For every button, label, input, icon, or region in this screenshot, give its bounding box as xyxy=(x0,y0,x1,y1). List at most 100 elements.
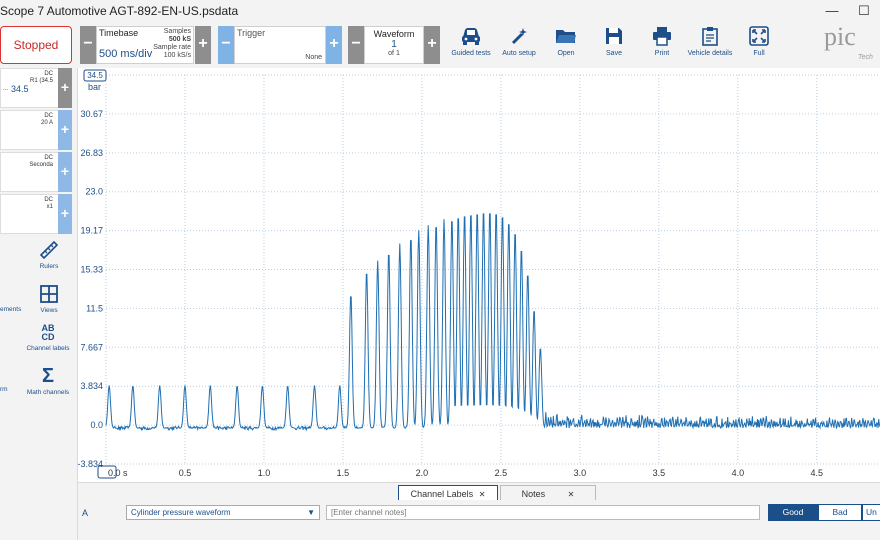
channel-a-prefix: ... xyxy=(3,86,9,92)
channel-c-plus-button[interactable]: + xyxy=(58,152,72,192)
guided-tests-label: Guided tests xyxy=(451,50,491,57)
y-tick-label: 30.67 xyxy=(80,109,103,119)
views-label: Views xyxy=(40,307,58,314)
y-tick-label: -3.834 xyxy=(78,459,103,469)
samples-label: Samples xyxy=(163,28,191,35)
print-icon xyxy=(653,27,671,46)
measurements-button[interactable]: ements xyxy=(0,306,22,313)
full-button[interactable]: Full xyxy=(744,26,774,66)
waveform-count: of 1 xyxy=(388,50,400,57)
unknown-button[interactable]: Un xyxy=(862,504,880,521)
status-button[interactable]: Stopped xyxy=(0,26,72,64)
timebase-plus-button[interactable]: + xyxy=(195,26,211,64)
rulers-label: Rulers xyxy=(39,263,59,270)
close-icon[interactable]: ✕ xyxy=(479,490,486,499)
minimize-icon[interactable]: — xyxy=(818,0,846,22)
timebase-panel[interactable]: Timebase 500 ms/div Samples 500 kS Sampl… xyxy=(96,26,194,64)
clipboard-icon xyxy=(702,27,718,46)
trigger-plus-button[interactable]: + xyxy=(326,26,342,64)
sample-rate-value: 100 kS/s xyxy=(163,52,191,59)
channel-c-info: Seconda xyxy=(29,162,53,168)
samples-value: 500 kS xyxy=(168,36,191,43)
waveform-label: Waveform xyxy=(373,29,415,39)
channel-d-info: x1 xyxy=(46,204,53,210)
timebase-label: Timebase xyxy=(99,28,139,38)
window-title: Scope 7 Automotive AGT-892-EN-US.psdata xyxy=(0,4,239,18)
tab-channel-labels[interactable]: Channel Labels ✕ xyxy=(398,485,498,501)
trigger-panel[interactable]: Trigger None xyxy=(234,26,326,64)
brand-logo: pic xyxy=(824,22,856,51)
x-tick-label: 1.5 xyxy=(337,468,350,478)
guided-tests-button[interactable]: Guided tests xyxy=(450,26,492,66)
math-channels-button[interactable]: Σ Math channels xyxy=(22,366,74,396)
auto-setup-label: Auto setup xyxy=(502,50,536,57)
x-tick-label: 2.5 xyxy=(495,468,508,478)
channel-c-panel[interactable]: DC Seconda + xyxy=(0,152,72,192)
print-label: Print xyxy=(654,50,670,57)
rulers-button[interactable]: Rulers xyxy=(28,240,70,270)
x-tick-label: 4.0 xyxy=(732,468,745,478)
channel-d-plus-button[interactable]: + xyxy=(58,194,72,234)
sample-rate-label: Sample rate xyxy=(153,44,191,51)
waveform-current: 1 xyxy=(391,39,397,50)
waveform-minus-button[interactable]: − xyxy=(348,26,364,64)
measurements-label: ements xyxy=(0,306,22,313)
channel-b-plus-button[interactable]: + xyxy=(58,110,72,150)
car-icon xyxy=(462,28,480,45)
channel-a-panel[interactable]: DC R1 (34.5 ... 34.5 + xyxy=(0,68,72,108)
x-tick-label: 0.0 s xyxy=(108,468,128,478)
vehicle-details-button[interactable]: Vehicle details xyxy=(686,26,734,66)
x-tick-label: 3.5 xyxy=(653,468,666,478)
tab-notes[interactable]: Notes ✕ xyxy=(500,485,596,501)
maximize-icon[interactable]: ☐ xyxy=(850,0,878,22)
print-button[interactable]: Print xyxy=(646,26,678,66)
channel-b-coupling: DC xyxy=(44,113,53,119)
wand-icon xyxy=(511,28,527,45)
open-label: Open xyxy=(557,50,575,57)
waveform-tool-button[interactable]: rm xyxy=(0,386,12,393)
channel-a-plus-button[interactable]: + xyxy=(58,68,72,108)
y-tick-label: 26.83 xyxy=(80,148,103,158)
title-bar: Scope 7 Automotive AGT-892-EN-US.psdata … xyxy=(0,0,880,22)
bottom-tabs: Channel Labels ✕ Notes ✕ xyxy=(78,482,880,501)
y-tick-label: 0.0 xyxy=(90,420,103,430)
waveform-panel[interactable]: Waveform 1 of 1 xyxy=(364,26,424,64)
vehicle-details-label: Vehicle details xyxy=(687,50,733,57)
waveform-chart[interactable]: 34.5 30.67 26.83 23.0 19.17 15.33 11.5 7.667 3.8… xyxy=(77,68,880,482)
views-button[interactable]: Views xyxy=(28,284,70,314)
trigger-minus-button[interactable]: − xyxy=(218,26,234,64)
channel-label-select[interactable]: Cylinder pressure waveform ▼ xyxy=(126,505,320,520)
channel-d-panel[interactable]: DC x1 + xyxy=(0,194,72,234)
good-button[interactable]: Good xyxy=(768,504,818,521)
open-button[interactable]: Open xyxy=(550,26,582,66)
sigma-icon: Σ xyxy=(41,365,54,387)
x-tick-label: 0.5 xyxy=(179,468,192,478)
close-icon[interactable]: ✕ xyxy=(568,490,575,499)
save-button[interactable]: Save xyxy=(598,26,630,66)
timebase-minus-button[interactable]: − xyxy=(80,26,96,64)
x-tick-label: 2.0 xyxy=(416,468,429,478)
channel-a-range: 34.5 xyxy=(11,84,29,94)
notes-channel-label: A xyxy=(82,508,89,518)
trigger-mode: None xyxy=(305,54,322,61)
y-axis-unit-label: bar xyxy=(88,82,101,92)
channel-label-value: Cylinder pressure waveform xyxy=(131,508,231,517)
scope-display[interactable]: 34.5 30.67 26.83 23.0 19.17 15.33 11.5 7.667 3.8… xyxy=(77,68,880,482)
channel-labels-label: Channel labels xyxy=(26,345,70,352)
channel-notes-bar: A Cylinder pressure waveform ▼ [Enter ch… xyxy=(78,500,880,540)
auto-setup-button[interactable]: Auto setup xyxy=(500,26,538,66)
channel-b-info: 20 A xyxy=(40,120,53,126)
channel-b-panel[interactable]: DC 20 A + xyxy=(0,110,72,150)
bad-button[interactable]: Bad xyxy=(818,504,862,521)
channel-a-coupling: DC xyxy=(44,71,53,77)
channel-labels-icon: AB CD xyxy=(41,323,55,342)
y-tick-label: 7.667 xyxy=(80,342,103,352)
y-tick-label: 15.33 xyxy=(80,265,103,275)
save-label: Save xyxy=(606,50,622,57)
channel-labels-button[interactable]: AB CD Channel labels xyxy=(22,323,74,353)
ruler-icon xyxy=(39,240,59,260)
channel-notes-input[interactable]: [Enter channel notes] xyxy=(326,505,760,520)
tab-channel-labels-label: Channel Labels xyxy=(410,489,474,499)
math-channels-label: Math channels xyxy=(26,389,70,396)
waveform-plus-button[interactable]: + xyxy=(424,26,440,64)
